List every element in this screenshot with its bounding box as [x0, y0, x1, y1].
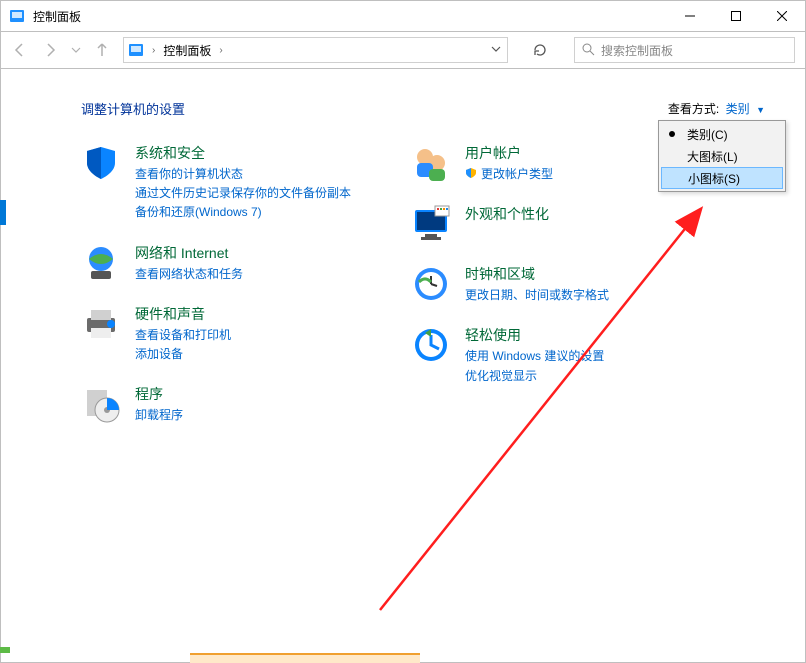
cat-appearance: 外观和个性化 — [411, 204, 609, 244]
search-placeholder: 搜索控制面板 — [601, 42, 673, 59]
toolbar: › 控制面板 › 搜索控制面板 — [0, 32, 806, 69]
ease-of-access-icon — [411, 325, 451, 365]
history-chevron-icon[interactable] — [71, 45, 81, 55]
cat-title[interactable]: 外观和个性化 — [465, 204, 549, 224]
cat-link[interactable]: 优化视觉显示 — [465, 367, 604, 386]
chevron-down-icon[interactable]: ▼ — [756, 105, 765, 115]
cat-link[interactable]: 添加设备 — [135, 345, 231, 364]
cat-title[interactable]: 网络和 Internet — [135, 243, 243, 263]
clock-icon — [411, 264, 451, 304]
cat-link[interactable]: 使用 Windows 建议的设置 — [465, 347, 604, 366]
cat-title[interactable]: 系统和安全 — [135, 143, 351, 163]
left-column: 系统和安全 查看你的计算机状态 通过文件历史记录保存你的文件备份副本 备份和还原… — [81, 143, 351, 425]
dropdown-item-large-icons[interactable]: 大图标(L) — [661, 145, 783, 167]
cat-system-security: 系统和安全 查看你的计算机状态 通过文件历史记录保存你的文件备份副本 备份和还原… — [81, 143, 351, 223]
cat-link[interactable]: 查看你的计算机状态 — [135, 165, 351, 184]
dropdown-item-small-icons[interactable]: 小图标(S) — [661, 167, 783, 189]
users-icon — [411, 143, 451, 183]
printer-icon — [81, 304, 121, 344]
chevron-right-icon[interactable]: › — [219, 45, 222, 56]
cat-link[interactable]: 查看设备和打印机 — [135, 326, 231, 345]
cat-title[interactable]: 轻松使用 — [465, 325, 604, 345]
back-button[interactable] — [11, 41, 29, 59]
disc-icon — [81, 384, 121, 424]
control-panel-bc-icon — [128, 42, 144, 58]
cat-title[interactable]: 硬件和声音 — [135, 304, 231, 324]
control-panel-icon — [9, 8, 25, 24]
close-button[interactable] — [759, 1, 805, 31]
chevron-right-icon[interactable]: › — [152, 45, 155, 56]
search-icon — [581, 42, 595, 59]
cat-link[interactable]: 更改帐户类型 — [481, 165, 553, 184]
dropdown-label: 小图标(S) — [688, 170, 740, 187]
search-input[interactable]: 搜索控制面板 — [574, 37, 795, 63]
breadcrumb[interactable]: › 控制面板 › — [123, 37, 508, 63]
window-title: 控制面板 — [33, 8, 81, 25]
view-by-value[interactable]: 类别 — [726, 102, 750, 116]
minimize-button[interactable] — [667, 1, 713, 31]
cat-ease-of-access: 轻松使用 使用 Windows 建议的设置 优化视觉显示 — [411, 325, 609, 385]
left-edge-green — [0, 647, 10, 653]
refresh-button[interactable] — [528, 38, 552, 62]
up-button[interactable] — [93, 41, 111, 59]
left-edge-blue — [0, 200, 6, 225]
view-by: 查看方式: 类别 ▼ — [668, 100, 765, 118]
maximize-button[interactable] — [713, 1, 759, 31]
monitor-icon — [411, 204, 451, 244]
page-title: 调整计算机的设置 — [81, 99, 185, 118]
cat-link[interactable]: 备份和还原(Windows 7) — [135, 203, 351, 222]
cat-programs: 程序 卸载程序 — [81, 384, 351, 425]
dropdown-label: 大图标(L) — [687, 148, 738, 165]
dropdown-item-category[interactable]: 类别(C) — [661, 123, 783, 145]
breadcrumb-drop-icon[interactable] — [491, 43, 501, 57]
cat-title[interactable]: 时钟和区域 — [465, 264, 609, 284]
taskbar-sliver — [190, 653, 420, 663]
forward-button[interactable] — [41, 41, 59, 59]
window-controls — [667, 1, 805, 31]
shield-icon — [81, 143, 121, 183]
globe-icon — [81, 243, 121, 283]
dropdown-label: 类别(C) — [687, 126, 728, 143]
title-bar: 控制面板 — [0, 0, 806, 32]
cat-title[interactable]: 程序 — [135, 384, 183, 404]
header-row: 调整计算机的设置 查看方式: 类别 ▼ — [81, 99, 765, 118]
cat-network: 网络和 Internet 查看网络状态和任务 — [81, 243, 351, 284]
cat-link[interactable]: 卸载程序 — [135, 406, 183, 425]
view-by-label: 查看方式: — [668, 102, 719, 116]
cat-user-accounts: 用户帐户 更改帐户类型 — [411, 143, 609, 184]
cat-clock-region: 时钟和区域 更改日期、时间或数字格式 — [411, 264, 609, 305]
right-column: 用户帐户 更改帐户类型 外观和个性化 — [411, 143, 609, 425]
breadcrumb-root[interactable]: 控制面板 — [163, 42, 211, 59]
cat-link[interactable]: 查看网络状态和任务 — [135, 265, 243, 284]
bullet-icon — [669, 131, 675, 137]
cat-hardware-sound: 硬件和声音 查看设备和打印机 添加设备 — [81, 304, 351, 364]
uac-shield-icon — [465, 166, 477, 184]
cat-link[interactable]: 通过文件历史记录保存你的文件备份副本 — [135, 184, 351, 203]
view-by-dropdown: 类别(C) 大图标(L) 小图标(S) — [658, 120, 786, 192]
cat-title[interactable]: 用户帐户 — [465, 143, 553, 163]
cat-link[interactable]: 更改日期、时间或数字格式 — [465, 286, 609, 305]
